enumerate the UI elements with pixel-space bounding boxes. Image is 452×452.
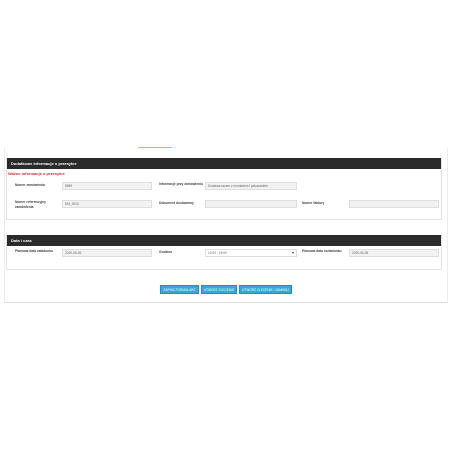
shipment-info-section: Dodatkowe informacje o przesyłce Ważne i… <box>6 158 442 220</box>
order-number-field[interactable]: 8589 <box>62 182 152 190</box>
create-order-close-button[interactable]: UTWÓRZ ZLECENIE I ZAMKNIJ <box>239 285 292 294</box>
section-header: Dodatkowe informacje o przesyłce <box>7 158 441 169</box>
order-number-label: Numer zamówienia <box>15 183 45 187</box>
pickup-date-label: Planowa data załadunku <box>15 249 54 253</box>
invoice-number-label: Numer faktury <box>302 201 325 205</box>
delivery-date-field[interactable]: 2020-06-05 <box>349 249 439 257</box>
form-row: Numer referencyjny zamówienia DM_0015 Do… <box>7 200 443 210</box>
form-row: Numer zamówienia 8589 Informacje przy za… <box>7 182 443 192</box>
order-info-field[interactable]: Dostawa razem z montażem i palowaniem <box>205 182 297 190</box>
delivery-date-label: Planowa data rozładunku <box>302 249 342 253</box>
date-time-section: Data i czas Planowa data załadunku 2020-… <box>6 235 442 270</box>
reference-number-label: Numer referencyjny zamówienia <box>15 200 46 209</box>
form-row: Planowa data załadunku 2020-06-05 Godzin… <box>7 249 443 259</box>
section-header: Data i czas <box>7 235 441 246</box>
delivery-proof-field[interactable] <box>205 200 297 208</box>
create-order-button[interactable]: UTWÓRZ ZLECENIE <box>201 285 237 294</box>
delivery-proof-label: Dokument dostawowy <box>159 201 194 205</box>
order-info-label: Informacje przy zamówieniu <box>159 182 203 186</box>
save-form-button[interactable]: ZAPISZ FORMULARZ <box>160 285 199 294</box>
section-subtitle: Ważne informacje o przesyłce <box>8 171 65 176</box>
hours-select[interactable]: 12:00 - 15:00 <box>205 249 297 257</box>
hours-label: Godzina <box>159 250 173 254</box>
invoice-number-field[interactable] <box>349 200 439 208</box>
pickup-date-field[interactable]: 2020-06-05 <box>62 249 152 257</box>
reference-number-field[interactable]: DM_0015 <box>62 200 152 208</box>
